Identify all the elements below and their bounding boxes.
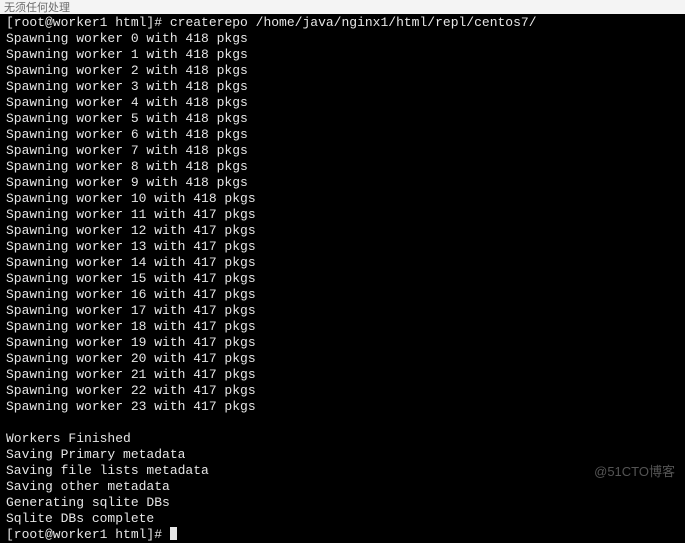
spawn-line: Spawning worker 2 with 418 pkgs [6,63,679,79]
spawn-line: Spawning worker 6 with 418 pkgs [6,127,679,143]
spawn-line: Spawning worker 19 with 417 pkgs [6,335,679,351]
spawn-line: Spawning worker 17 with 417 pkgs [6,303,679,319]
spawn-line: Spawning worker 20 with 417 pkgs [6,351,679,367]
cursor [170,527,177,540]
spawn-line: Spawning worker 21 with 417 pkgs [6,367,679,383]
spawn-line: Spawning worker 4 with 418 pkgs [6,95,679,111]
status-line: Sqlite DBs complete [6,511,679,527]
spawn-line: Spawning worker 15 with 417 pkgs [6,271,679,287]
spawn-line: Spawning worker 22 with 417 pkgs [6,383,679,399]
spawn-line: Spawning worker 3 with 418 pkgs [6,79,679,95]
status-line: Workers Finished [6,431,679,447]
prompt-line: [root@worker1 html]# [6,527,679,543]
spawn-line: Spawning worker 11 with 417 pkgs [6,207,679,223]
spawn-line: Spawning worker 16 with 417 pkgs [6,287,679,303]
command-text: createrepo /home/java/nginx1/html/repl/c… [170,15,537,30]
spawn-line: Spawning worker 13 with 417 pkgs [6,239,679,255]
spawn-line: Spawning worker 7 with 418 pkgs [6,143,679,159]
status-line: Saving Primary metadata [6,447,679,463]
prompt: [root@worker1 html]# [6,527,162,542]
spawn-line: Spawning worker 0 with 418 pkgs [6,31,679,47]
command-line: [root@worker1 html]# createrepo /home/ja… [6,15,679,31]
window-titlebar: 无须任何处理 [0,0,685,14]
status-line: Saving file lists metadata [6,463,679,479]
spawn-line: Spawning worker 9 with 418 pkgs [6,175,679,191]
blank-line [6,415,679,431]
spawn-line: Spawning worker 12 with 417 pkgs [6,223,679,239]
spawn-line: Spawning worker 8 with 418 pkgs [6,159,679,175]
spawn-line: Spawning worker 14 with 417 pkgs [6,255,679,271]
spawn-line: Spawning worker 10 with 418 pkgs [6,191,679,207]
spawn-line: Spawning worker 5 with 418 pkgs [6,111,679,127]
spawn-line: Spawning worker 1 with 418 pkgs [6,47,679,63]
prompt: [root@worker1 html]# [6,15,162,30]
terminal[interactable]: [root@worker1 html]# createrepo /home/ja… [0,14,685,510]
window-title: 无须任何处理 [4,2,70,14]
spawn-line: Spawning worker 23 with 417 pkgs [6,399,679,415]
spawn-line: Spawning worker 18 with 417 pkgs [6,319,679,335]
status-line: Saving other metadata [6,479,679,495]
status-line: Generating sqlite DBs [6,495,679,511]
